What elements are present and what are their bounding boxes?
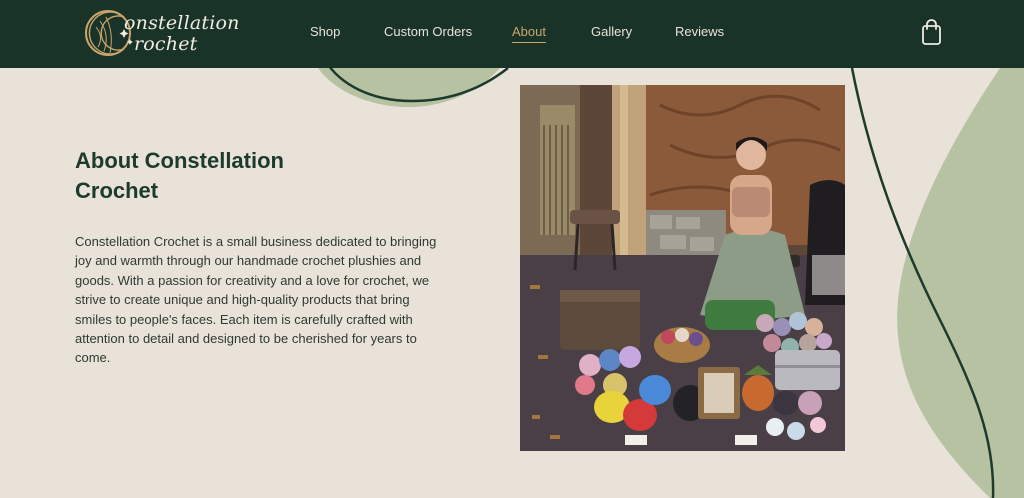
nav-reviews[interactable]: Reviews xyxy=(675,24,724,40)
vendor-booth-photo xyxy=(520,85,845,451)
top-navbar: onstellation rochet Shop Custom Orders A… xyxy=(0,0,1024,68)
brand-logo[interactable]: onstellation rochet xyxy=(84,4,244,62)
nav-about[interactable]: About xyxy=(512,24,546,43)
shopping-bag-icon[interactable] xyxy=(918,18,945,46)
about-title: About Constellation Crochet xyxy=(75,148,284,203)
nav-gallery[interactable]: Gallery xyxy=(591,24,632,40)
about-description: Constellation Crochet is a small busines… xyxy=(75,234,437,366)
nav-custom-orders[interactable]: Custom Orders xyxy=(384,24,472,40)
brand-name-line1: onstellation xyxy=(124,12,240,34)
brand-name-line2: rochet xyxy=(134,33,198,55)
right-sage-blob xyxy=(897,68,1024,498)
nav-shop[interactable]: Shop xyxy=(310,24,340,40)
